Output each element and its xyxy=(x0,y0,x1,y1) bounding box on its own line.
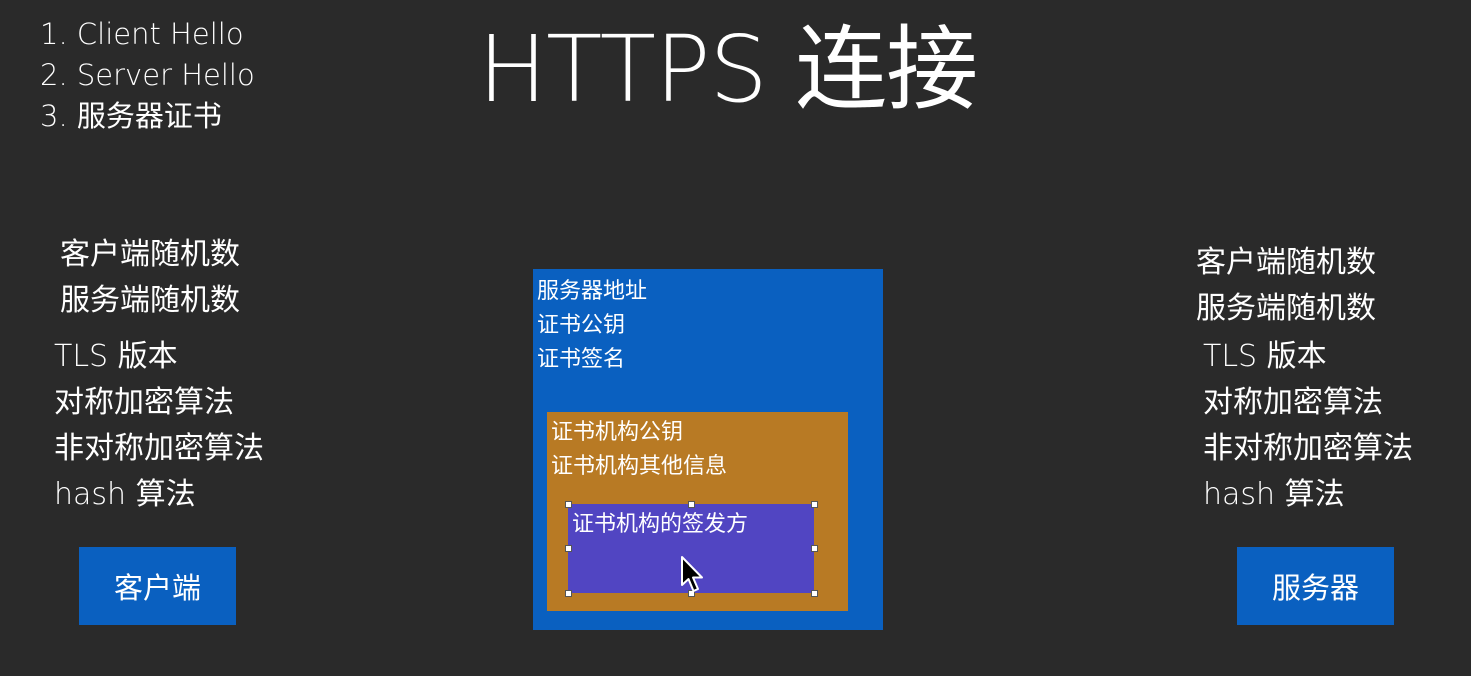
issuer-label: 证书机构的签发方 xyxy=(572,512,749,537)
cert-field: 证书签名 xyxy=(537,347,626,372)
server-params-list: TLS 版本 对称加密算法 非对称加密算法 hash 算法 xyxy=(1203,334,1413,518)
selection-handle-bottom-left[interactable] xyxy=(565,590,572,597)
arrow-cursor-icon xyxy=(681,556,703,592)
cert-field: 服务器地址 xyxy=(537,279,648,304)
step-item: 2. Server Hello xyxy=(40,58,255,92)
list-item: 服务端随机数 xyxy=(1196,291,1376,326)
list-item: hash 算法 xyxy=(1203,477,1345,512)
client-box-label: 客户端 xyxy=(113,571,201,605)
list-item: 客户端随机数 xyxy=(1196,245,1376,280)
list-item: 客户端随机数 xyxy=(60,237,240,272)
selection-handle-middle-left[interactable] xyxy=(565,545,572,552)
list-item: 对称加密算法 xyxy=(54,385,234,420)
selection-handle-middle-right[interactable] xyxy=(811,545,818,552)
ca-fields: 证书机构公钥 证书机构其他信息 xyxy=(551,416,727,484)
client-randoms-list: 客户端随机数 服务端随机数 xyxy=(60,232,240,324)
list-item: TLS 版本 xyxy=(54,339,178,374)
client-box: 客户端 xyxy=(79,547,236,625)
step-item: 1. Client Hello xyxy=(40,17,244,51)
client-params-list: TLS 版本 对称加密算法 非对称加密算法 hash 算法 xyxy=(54,334,264,518)
list-item: 对称加密算法 xyxy=(1203,385,1383,420)
list-item: TLS 版本 xyxy=(1203,339,1327,374)
server-box: 服务器 xyxy=(1237,547,1394,625)
list-item: 服务端随机数 xyxy=(60,283,240,318)
ca-field: 证书机构公钥 xyxy=(551,420,684,445)
steps-list: 1. Client Hello 2. Server Hello 3. 服务器证书 xyxy=(40,14,255,137)
slide-canvas: 1. Client Hello 2. Server Hello 3. 服务器证书… xyxy=(0,0,1471,676)
list-item: 非对称加密算法 xyxy=(1203,431,1413,466)
certificate-fields: 服务器地址 证书公钥 证书签名 xyxy=(537,275,647,377)
step-item: 3. 服务器证书 xyxy=(40,99,222,133)
selection-handle-bottom-right[interactable] xyxy=(811,590,818,597)
selection-handle-top-left[interactable] xyxy=(565,501,572,508)
selection-handle-top-center[interactable] xyxy=(688,501,695,508)
server-randoms-list: 客户端随机数 服务端随机数 xyxy=(1196,240,1376,332)
server-box-label: 服务器 xyxy=(1271,571,1359,605)
selection-handle-top-right[interactable] xyxy=(811,501,818,508)
cert-field: 证书公钥 xyxy=(537,313,626,338)
certificate-box[interactable]: 服务器地址 证书公钥 证书签名 证书机构公钥 证书机构其他信息 证书机构的签发方 xyxy=(533,269,883,630)
slide-title: HTTPS 连接 xyxy=(478,16,978,123)
ca-field: 证书机构其他信息 xyxy=(551,454,728,479)
list-item: 非对称加密算法 xyxy=(54,431,264,466)
list-item: hash 算法 xyxy=(54,477,196,512)
